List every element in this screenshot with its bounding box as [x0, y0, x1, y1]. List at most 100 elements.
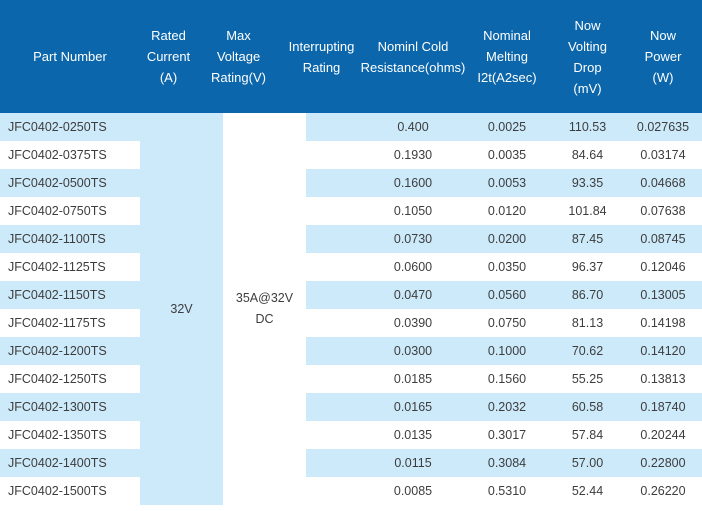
cell-cold-resistance: 0.0470 — [393, 288, 433, 302]
cell-power: 0.20244 — [640, 428, 686, 442]
cell-part-number: JFC0402-1400TS — [8, 456, 107, 470]
cell-voltage-drop: 84.64 — [571, 148, 604, 162]
cell-melting-i2t: 0.1560 — [487, 372, 527, 386]
cell-part-number: JFC0402-0375TS — [8, 148, 107, 162]
cell-cold-resistance: 0.1600 — [393, 176, 433, 190]
cell-voltage-drop: 87.45 — [571, 232, 604, 246]
header-line: (W) — [652, 70, 674, 85]
header-line: Voltage — [216, 49, 261, 64]
cell-melting-i2t: 0.0560 — [487, 288, 527, 302]
cell-power: 0.04668 — [640, 176, 686, 190]
merged-cell-interrupting-line-1: 35A@32V — [235, 291, 294, 305]
table-row: JFC0402-1200TS2.00.03000.100070.620.1412… — [0, 337, 702, 365]
cell-cold-resistance: 0.0085 — [393, 484, 433, 498]
table-row: JFC0402-1175TS1.750.03900.075081.130.141… — [0, 309, 702, 337]
cell-melting-i2t: 0.0025 — [487, 120, 527, 134]
cell-power: 0.13005 — [640, 288, 686, 302]
cell-melting-i2t: 0.2032 — [487, 400, 527, 414]
cell-melting-i2t: 0.5310 — [487, 484, 527, 498]
cell-cold-resistance: 0.400 — [397, 120, 429, 134]
specification-table: Part Number Rated Current (A) Max Voltag… — [0, 0, 702, 505]
cell-voltage-drop: 60.58 — [571, 400, 604, 414]
table-row: JFC0402-1300TS3.00.01650.203260.580.1874… — [0, 393, 702, 421]
cell-part-number: JFC0402-0750TS — [8, 204, 107, 218]
cell-part-number: JFC0402-1125TS — [8, 260, 106, 274]
cell-power: 0.14198 — [640, 316, 686, 330]
column-header-max-voltage-rating: Max Voltage Rating(V) — [197, 0, 280, 113]
cell-part-number: JFC0402-0500TS — [8, 176, 107, 190]
cell-power: 0.13813 — [640, 372, 686, 386]
cell-melting-i2t: 0.0750 — [487, 316, 527, 330]
cell-power: 0.14120 — [640, 344, 686, 358]
cell-power: 0.07638 — [640, 204, 686, 218]
cell-cold-resistance: 0.0300 — [393, 344, 433, 358]
table-header-row: Part Number Rated Current (A) Max Voltag… — [0, 0, 702, 113]
cell-part-number: JFC0402-1300TS — [8, 400, 107, 414]
table-row: JFC0402-1125TS1.250.06000.035096.370.120… — [0, 253, 702, 281]
cell-melting-i2t: 0.3084 — [487, 456, 527, 470]
table-row: JFC0402-1100TS1.00.07300.020087.450.0874… — [0, 225, 702, 253]
cell-voltage-drop: 81.13 — [571, 316, 604, 330]
cell-cold-resistance: 0.0600 — [393, 260, 433, 274]
table-row: JFC0402-1400TS4.00.01150.308457.000.2280… — [0, 449, 702, 477]
cell-power: 0.22800 — [640, 456, 686, 470]
header-line: Melting — [486, 49, 528, 64]
column-header-nominal-melting-i2t: Nominal Melting I2t(A2sec) — [463, 0, 551, 113]
header-line: Max — [226, 28, 251, 43]
table-row: JFC0402-0375TS0.3750.19300.003584.640.03… — [0, 141, 702, 169]
column-header-voltage-drop: Now Volting Drop (mV) — [551, 0, 624, 113]
header-line: (mV) — [573, 80, 602, 96]
cell-voltage-drop: 57.84 — [571, 428, 604, 442]
table-row: JFC0402-0250TS0.2500.4000.0025110.530.02… — [0, 113, 702, 141]
cell-part-number: JFC0402-1350TS — [8, 428, 107, 442]
cell-part-number: JFC0402-0250TS — [8, 120, 107, 134]
table-row: JFC0402-1150TS1.500.04700.056086.700.130… — [0, 281, 702, 309]
cell-part-number: JFC0402-1175TS — [8, 316, 106, 330]
header-line: Rating — [302, 59, 341, 75]
header-line: Resistance(ohms) — [360, 59, 466, 75]
header-line: Rated — [151, 28, 186, 43]
cell-melting-i2t: 0.3017 — [487, 428, 527, 442]
column-header-part-number: Part Number — [0, 0, 140, 113]
header-line: Drop — [573, 59, 602, 75]
header-line: I2t(A2sec) — [477, 70, 537, 85]
cell-part-number: JFC0402-1200TS — [8, 344, 107, 358]
table-row: JFC0402-0750TS0.7500.10500.0120101.840.0… — [0, 197, 702, 225]
header-line: (A) — [159, 70, 178, 85]
cell-power: 0.08745 — [640, 232, 686, 246]
cell-voltage-drop: 70.62 — [571, 344, 604, 358]
cell-voltage-drop: 55.25 — [571, 372, 604, 386]
table-row: JFC0402-1350TS3.50.01350.301757.840.2024… — [0, 421, 702, 449]
header-line: Power — [644, 49, 682, 64]
cell-power: 0.18740 — [640, 400, 686, 414]
merged-cell-interrupting-line-2: DC — [255, 312, 274, 326]
column-header-nominal-cold-resistance: Nominl Cold Resistance(ohms) — [360, 0, 466, 113]
cell-melting-i2t: 0.0200 — [487, 232, 527, 246]
cell-voltage-drop: 93.35 — [571, 176, 604, 190]
cell-cold-resistance: 0.0115 — [394, 456, 432, 470]
header-line: Nominal — [483, 28, 531, 43]
table-row: JFC0402-0500TS0.5000.16000.005393.350.04… — [0, 169, 702, 197]
cell-cold-resistance: 0.1050 — [393, 204, 433, 218]
cell-melting-i2t: 0.0120 — [487, 204, 527, 218]
cell-melting-i2t: 0.0053 — [487, 176, 527, 190]
header-line: Volting — [567, 38, 608, 54]
cell-voltage-drop: 86.70 — [571, 288, 604, 302]
cell-part-number: JFC0402-1150TS — [8, 288, 106, 302]
cell-part-number: JFC0402-1100TS — [8, 232, 106, 246]
cell-voltage-drop: 57.00 — [571, 456, 604, 470]
header-line: Rating(V) — [211, 70, 266, 85]
cell-melting-i2t: 0.0350 — [487, 260, 527, 274]
header-line: Nominl Cold — [377, 38, 449, 54]
cell-voltage-drop: 101.84 — [568, 204, 607, 218]
cell-voltage-drop: 96.37 — [571, 260, 604, 274]
table-row: JFC0402-1500TS5.00.00850.531052.440.2622… — [0, 477, 702, 505]
merged-cell-max-voltage: 32V — [140, 113, 223, 505]
header-line: Current — [146, 49, 191, 64]
cell-power: 0.26220 — [640, 484, 686, 498]
header-line: Now — [574, 17, 601, 33]
cell-power: 0.03174 — [640, 148, 686, 162]
column-header-interrupting-rating: Interrupting Rating — [280, 0, 363, 113]
cell-voltage-drop: 52.44 — [571, 484, 604, 498]
cell-voltage-drop: 110.53 — [568, 120, 607, 134]
